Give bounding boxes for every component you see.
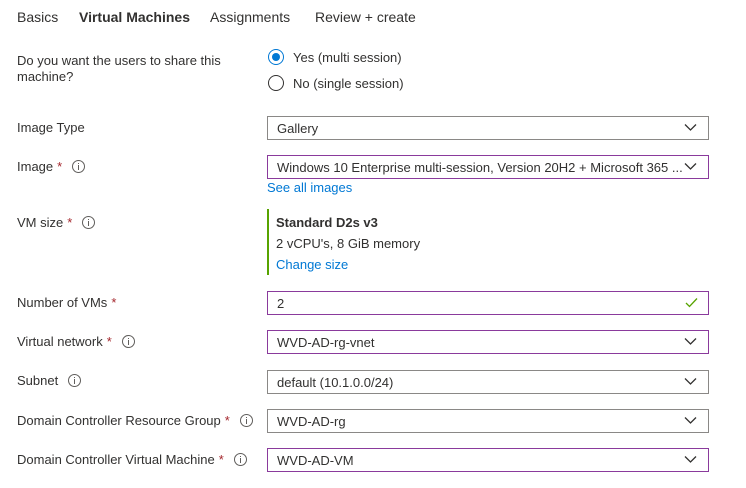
tab-virtual-machines[interactable]: Virtual Machines [79, 9, 190, 25]
chevron-down-icon [684, 163, 697, 170]
image-label-text: Image [17, 159, 54, 174]
subnet-label: Subnet [17, 373, 82, 388]
image-type-dropdown[interactable]: Gallery [267, 116, 709, 140]
image-type-value: Gallery [277, 120, 319, 136]
vm-size-label-text: VM size [17, 215, 64, 230]
dc-virtual-machine-label-text: Domain Controller Virtual Machine [17, 452, 215, 467]
radio-button-unchecked[interactable] [268, 75, 284, 91]
required-asterisk: * [67, 215, 73, 230]
number-of-vms-label-text: Number of VMs [17, 295, 108, 310]
chevron-down-icon [684, 378, 697, 385]
tab-assignments[interactable]: Assignments [210, 9, 290, 25]
radio-option-single-session[interactable]: No (single session) [268, 75, 404, 91]
chevron-down-icon [684, 417, 697, 424]
virtual-network-label: Virtual network * [17, 334, 135, 349]
vm-size-description: 2 vCPU's, 8 GiB memory [276, 236, 421, 251]
radio-button-checked[interactable] [268, 49, 284, 65]
number-of-vms-label: Number of VMs * [17, 295, 116, 310]
subnet-label-text: Subnet [17, 373, 59, 388]
wizard-tabs: Basics Virtual Machines Assignments Revi… [0, 0, 746, 36]
required-asterisk: * [57, 159, 63, 174]
info-icon[interactable] [233, 453, 247, 466]
tab-review-create[interactable]: Review + create [315, 9, 416, 25]
dc-virtual-machine-value: WVD-AD-VM [277, 452, 354, 468]
image-type-label-text: Image Type [17, 120, 85, 135]
dc-virtual-machine-dropdown[interactable]: WVD-AD-VM [267, 448, 709, 472]
change-size-link[interactable]: Change size [276, 257, 420, 272]
number-of-vms-input[interactable]: 2 [267, 291, 709, 315]
info-icon[interactable] [68, 374, 82, 387]
share-machine-label-line2: machine? [17, 69, 74, 84]
radio-label-multi-session: Yes (multi session) [293, 49, 402, 65]
vm-size-label: VM size * [17, 215, 96, 230]
tab-basics[interactable]: Basics [17, 9, 58, 25]
image-dropdown[interactable]: Windows 10 Enterprise multi-session, Ver… [267, 155, 709, 179]
image-value: Windows 10 Enterprise multi-session, Ver… [277, 159, 683, 175]
dc-resource-group-label: Domain Controller Resource Group * [17, 413, 253, 428]
chevron-down-icon [684, 338, 697, 345]
required-asterisk: * [106, 334, 112, 349]
vm-size-summary: Standard D2s v3 2 vCPU's, 8 GiB memory C… [267, 209, 420, 275]
chevron-down-icon [684, 124, 697, 131]
info-icon[interactable] [239, 414, 253, 427]
dc-virtual-machine-label: Domain Controller Virtual Machine * [17, 452, 247, 467]
info-icon[interactable] [121, 335, 135, 348]
vm-size-name: Standard D2s v3 [276, 215, 378, 230]
subnet-value: default (10.1.0.0/24) [277, 374, 394, 390]
radio-option-multi-session[interactable]: Yes (multi session) [268, 49, 402, 65]
number-of-vms-value: 2 [277, 295, 285, 311]
image-type-label: Image Type [17, 120, 85, 135]
virtual-network-value: WVD-AD-rg-vnet [277, 334, 375, 350]
virtual-network-dropdown[interactable]: WVD-AD-rg-vnet [267, 330, 709, 354]
required-asterisk: * [224, 413, 230, 428]
chevron-down-icon [684, 456, 697, 463]
info-icon[interactable] [72, 160, 86, 173]
required-asterisk: * [218, 452, 224, 467]
info-icon[interactable] [82, 216, 96, 229]
share-machine-label: Do you want the users to share this mach… [17, 53, 221, 85]
see-all-images-link[interactable]: See all images [267, 180, 352, 195]
share-machine-label-line1: Do you want the users to share this [17, 53, 221, 68]
radio-label-single-session: No (single session) [293, 75, 404, 91]
virtual-network-label-text: Virtual network [17, 334, 103, 349]
image-label: Image * [17, 159, 86, 174]
required-asterisk: * [111, 295, 117, 310]
checkmark-icon [685, 298, 698, 308]
dc-resource-group-value: WVD-AD-rg [277, 413, 346, 429]
subnet-dropdown[interactable]: default (10.1.0.0/24) [267, 370, 709, 394]
dc-resource-group-dropdown[interactable]: WVD-AD-rg [267, 409, 709, 433]
dc-resource-group-label-text: Domain Controller Resource Group [17, 413, 221, 428]
